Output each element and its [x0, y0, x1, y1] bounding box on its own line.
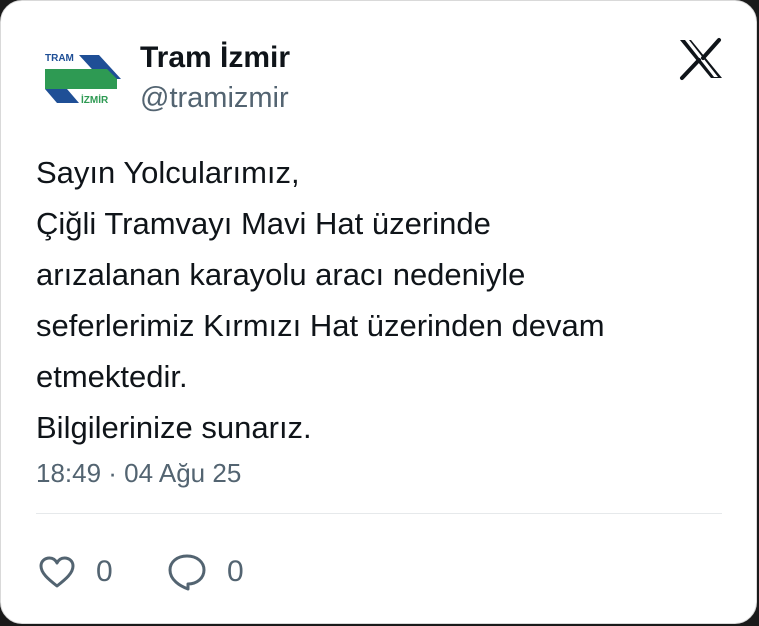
x-logo-icon[interactable] [677, 37, 725, 81]
account-handle[interactable]: @tramizmir [140, 81, 289, 115]
reply-button[interactable]: 0 [167, 550, 244, 594]
tweet-line: seferlerimiz Kırmızı Hat üzerinden devam [36, 308, 605, 343]
tweet-line: Çiğli Tramvayı Mavi Hat üzerinde [36, 206, 491, 241]
logo-green-band [45, 69, 117, 89]
logo-lower-stripe [45, 89, 79, 103]
reply-count: 0 [227, 555, 244, 588]
logo-text-top: TRAM [45, 53, 74, 64]
tweet-line: arızalanan karayolu aracı nedeniyle [36, 257, 526, 292]
divider [36, 513, 722, 514]
account-name[interactable]: Tram İzmir [140, 41, 290, 75]
tweet-line: Sayın Yolcularımız, [36, 155, 300, 190]
tweet-card: TRAM İZMİR Tram İzmir @tramizmir Sayın Y… [0, 0, 757, 624]
tram-izmir-logo[interactable]: TRAM İZMİR [41, 45, 123, 109]
like-button[interactable]: 0 [38, 550, 113, 594]
heart-icon [39, 556, 75, 588]
tweet-line: Bilgilerinize sunarız. [36, 410, 312, 445]
tweet-text: Sayın Yolcularımız, Çiğli Tramvayı Mavi … [36, 147, 736, 453]
tweet-timestamp[interactable]: 18:49 · 04 Ağu 25 [36, 456, 241, 490]
logo-text-bottom: İZMİR [81, 93, 109, 106]
tweet-line: etmektedir. [36, 359, 188, 394]
comment-bubble-icon [168, 554, 206, 591]
like-count: 0 [96, 555, 113, 588]
